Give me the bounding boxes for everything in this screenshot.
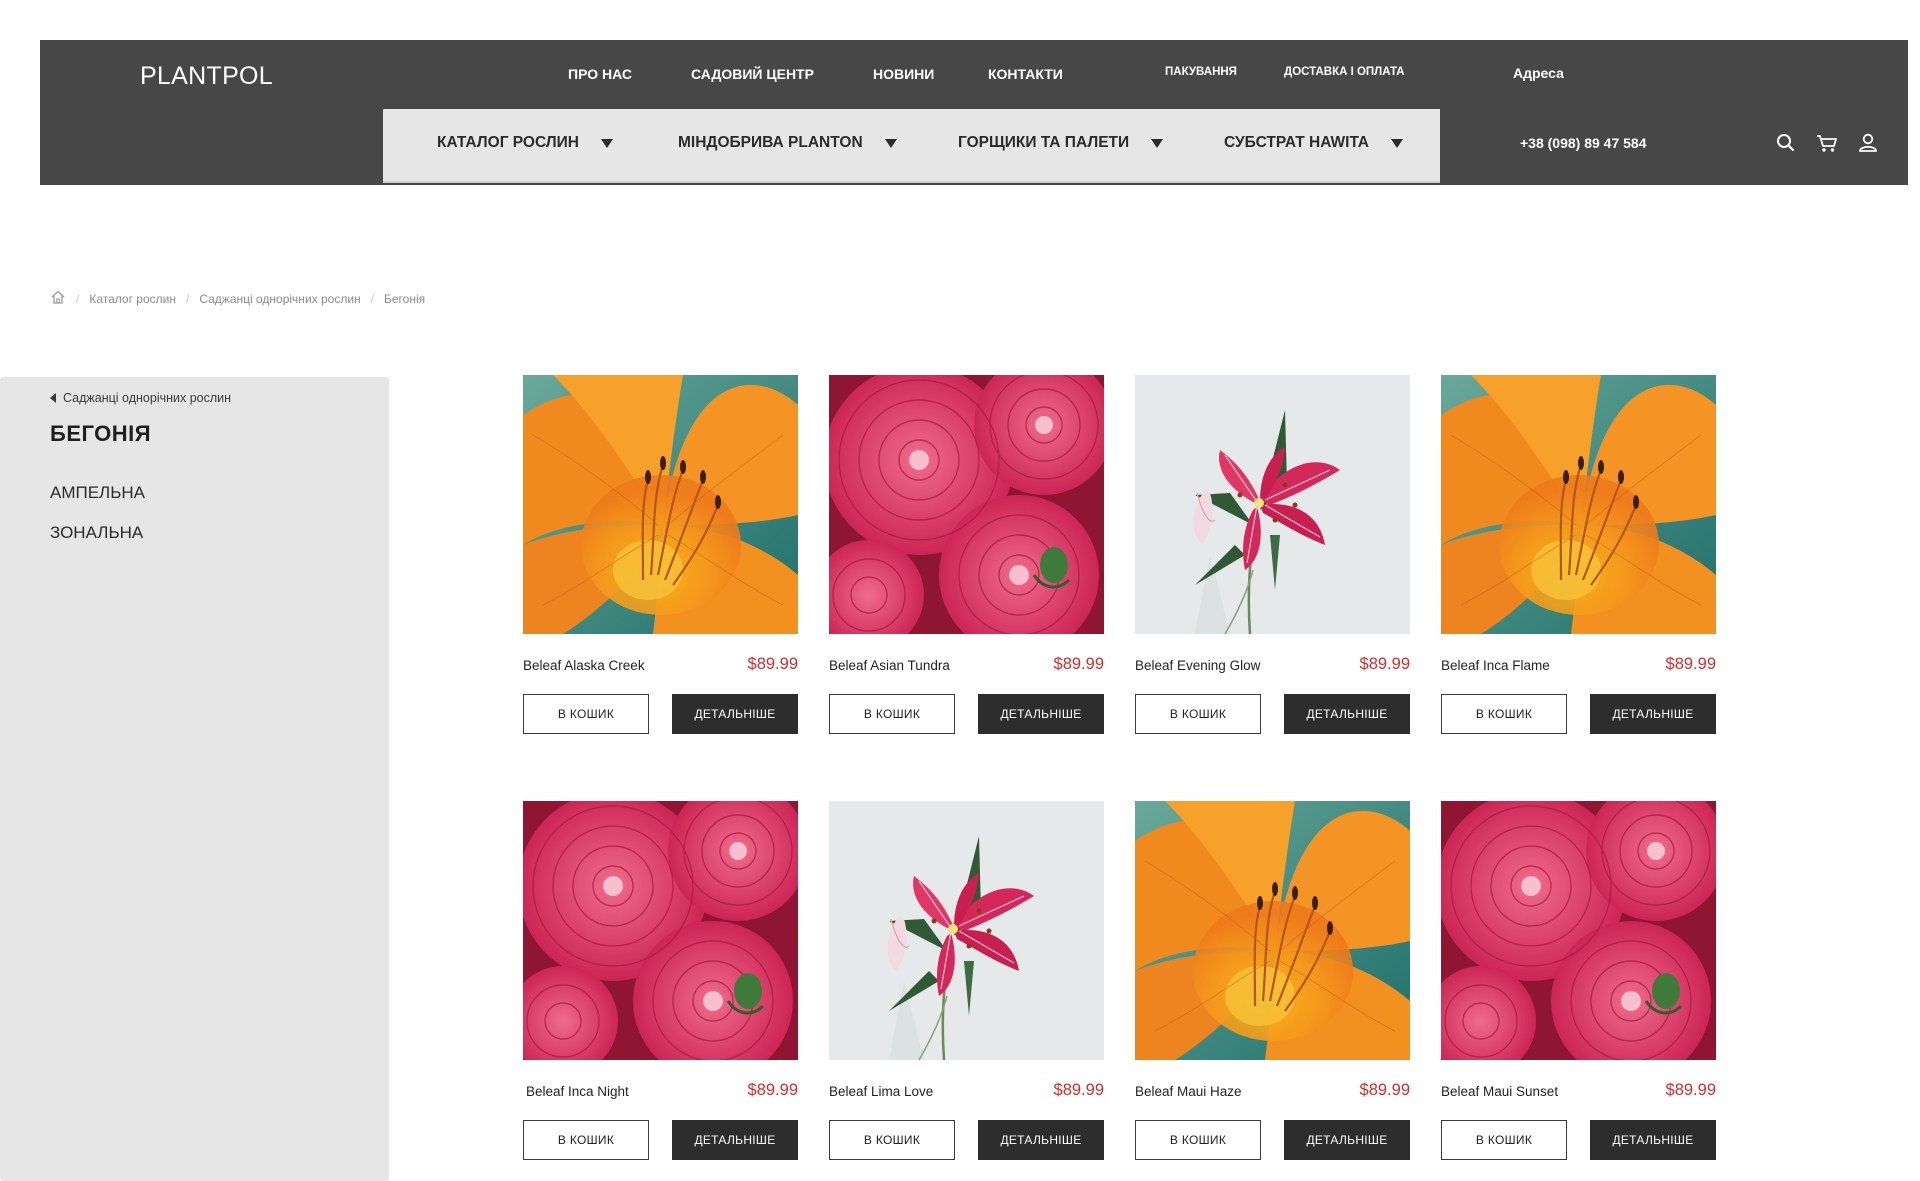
add-to-cart-button[interactable]: В КОШИК [523, 694, 649, 734]
details-button[interactable]: ДЕТАЛЬНІШЕ [672, 694, 798, 734]
category-label: МІНДОБРИВА PLANTON [678, 134, 863, 151]
product-card: Beleaf Alaska Creek $89.99 В КОШИК ДЕТАЛ… [523, 375, 798, 734]
category-substrate[interactable]: СУБСТРАТ HAWITA [1224, 134, 1403, 152]
nav-garden-center[interactable]: САДОВИЙ ЦЕНТР [691, 66, 814, 82]
product-name[interactable]: Beleaf Inca Flame [1441, 658, 1550, 673]
product-price: $89.99 [1665, 1081, 1716, 1099]
user-icon[interactable] [1855, 130, 1881, 156]
product-image[interactable] [829, 375, 1104, 634]
product-image[interactable] [523, 801, 798, 1060]
category-fertilizers[interactable]: МІНДОБРИВА PLANTON [678, 134, 897, 152]
back-link-label: Саджанці однорічних рослин [63, 391, 232, 405]
breadcrumb-annuals[interactable]: Саджанці однорічних рослин [199, 292, 360, 306]
search-icon[interactable] [1773, 130, 1799, 156]
details-button[interactable]: ДЕТАЛЬНІШЕ [1590, 1120, 1716, 1160]
details-button[interactable]: ДЕТАЛЬНІШЕ [978, 694, 1104, 734]
product-name[interactable]: Beleaf Alaska Creek [523, 658, 645, 673]
add-to-cart-button[interactable]: В КОШИК [829, 694, 955, 734]
nav-news[interactable]: НОВИНИ [873, 66, 934, 82]
product-name[interactable]: Beleaf Inca Night [526, 1084, 629, 1099]
nav-delivery-payment[interactable]: ДОСТАВКА І ОПЛАТА [1284, 66, 1405, 78]
add-to-cart-button[interactable]: В КОШИК [523, 1120, 649, 1160]
product-card: Beleaf Inca Night $89.99 В КОШИК ДЕТАЛЬН… [523, 801, 798, 1160]
product-card: Beleaf Inca Flame $89.99 В КОШИК ДЕТАЛЬН… [1441, 375, 1716, 734]
product-price: $89.99 [747, 1081, 798, 1099]
cart-icon[interactable] [1814, 130, 1840, 156]
product-image[interactable] [1441, 375, 1716, 634]
chevron-left-icon [50, 393, 56, 403]
chevron-down-icon [1151, 138, 1164, 148]
category-catalog[interactable]: КАТАЛОГ РОСЛИН [437, 134, 613, 152]
product-card: Beleaf Lima Love $89.99 В КОШИК ДЕТАЛЬНІ… [829, 801, 1104, 1160]
nav-contacts[interactable]: КОНТАКТИ [988, 66, 1063, 82]
site-header: PLANTPOL ПРО НАС САДОВИЙ ЦЕНТР НОВИНИ КО… [40, 40, 1908, 185]
add-to-cart-button[interactable]: В КОШИК [1135, 694, 1261, 734]
product-price: $89.99 [1359, 655, 1410, 673]
sidebar-item-ampelna[interactable]: АМПЕЛЬНА [50, 483, 145, 503]
product-image[interactable] [1441, 801, 1716, 1060]
product-card: Beleaf Evening Glow $89.99 В КОШИК ДЕТАЛ… [1135, 375, 1410, 734]
category-label: КАТАЛОГ РОСЛИН [437, 134, 579, 151]
chevron-down-icon [884, 138, 897, 148]
chevron-down-icon [601, 138, 613, 148]
product-image[interactable] [523, 375, 798, 634]
product-card: Beleaf Maui Sunset $89.99 В КОШИК ДЕТАЛЬ… [1441, 801, 1716, 1160]
product-image[interactable] [1135, 801, 1410, 1060]
breadcrumb: / Каталог рослин / Саджанці однорічних р… [50, 290, 425, 307]
site-logo[interactable]: PLANTPOL [140, 62, 273, 91]
category-bar: КАТАЛОГ РОСЛИН МІНДОБРИВА PLANTON ГОРЩИК… [383, 109, 1440, 183]
add-to-cart-button[interactable]: В КОШИК [1135, 1120, 1261, 1160]
product-name[interactable]: Beleaf Asian Tundra [829, 658, 950, 673]
product-price: $89.99 [1359, 1081, 1410, 1099]
product-price: $89.99 [1053, 655, 1104, 673]
sidebar-item-zonalna[interactable]: ЗОНАЛЬНА [50, 523, 143, 543]
sidebar-title: БЕГОНІЯ [50, 421, 152, 446]
details-button[interactable]: ДЕТАЛЬНІШЕ [1284, 694, 1410, 734]
breadcrumb-catalog[interactable]: Каталог рослин [89, 292, 176, 306]
category-pots[interactable]: ГОРЩИКИ ТА ПАЛЕТИ [958, 134, 1164, 152]
add-to-cart-button[interactable]: В КОШИК [1441, 694, 1567, 734]
product-name[interactable]: Beleaf Evening Glow [1135, 658, 1260, 673]
add-to-cart-button[interactable]: В КОШИК [1441, 1120, 1567, 1160]
breadcrumb-separator: / [185, 291, 190, 306]
product-image[interactable] [829, 801, 1104, 1060]
product-name[interactable]: Beleaf Lima Love [829, 1084, 933, 1099]
details-button[interactable]: ДЕТАЛЬНІШЕ [672, 1120, 798, 1160]
product-price: $89.99 [1053, 1081, 1104, 1099]
product-card: Beleaf Maui Haze $89.99 В КОШИК ДЕТАЛЬНІ… [1135, 801, 1410, 1160]
details-button[interactable]: ДЕТАЛЬНІШЕ [1590, 694, 1716, 734]
breadcrumb-separator: / [76, 291, 80, 306]
product-price: $89.99 [747, 655, 798, 673]
breadcrumb-separator: / [370, 291, 374, 306]
home-icon[interactable] [50, 290, 66, 307]
add-to-cart-button[interactable]: В КОШИК [829, 1120, 955, 1160]
details-button[interactable]: ДЕТАЛЬНІШЕ [1284, 1120, 1410, 1160]
product-card: Beleaf Asian Tundra $89.99 В КОШИК ДЕТАЛ… [829, 375, 1104, 734]
category-label: ГОРЩИКИ ТА ПАЛЕТИ [958, 134, 1130, 151]
phone-number[interactable]: +38 (098) 89 47 584 [1520, 135, 1647, 151]
address-link[interactable]: Адреса [1513, 65, 1564, 81]
nav-about[interactable]: ПРО НАС [568, 66, 632, 82]
product-price: $89.99 [1665, 655, 1716, 673]
back-link[interactable]: Саджанці однорічних рослин [50, 391, 231, 405]
category-label: СУБСТРАТ HAWITA [1224, 134, 1369, 151]
product-name[interactable]: Beleaf Maui Sunset [1441, 1084, 1558, 1099]
nav-packaging[interactable]: ПАКУВАННЯ [1165, 66, 1237, 78]
chevron-down-icon [1391, 138, 1403, 148]
details-button[interactable]: ДЕТАЛЬНІШЕ [978, 1120, 1104, 1160]
product-name[interactable]: Beleaf Maui Haze [1135, 1084, 1242, 1099]
breadcrumb-current: Бегонія [384, 291, 426, 306]
product-image[interactable] [1135, 375, 1410, 634]
category-sidebar: Саджанці однорічних рослин БЕГОНІЯ АМПЕЛ… [0, 377, 389, 1181]
